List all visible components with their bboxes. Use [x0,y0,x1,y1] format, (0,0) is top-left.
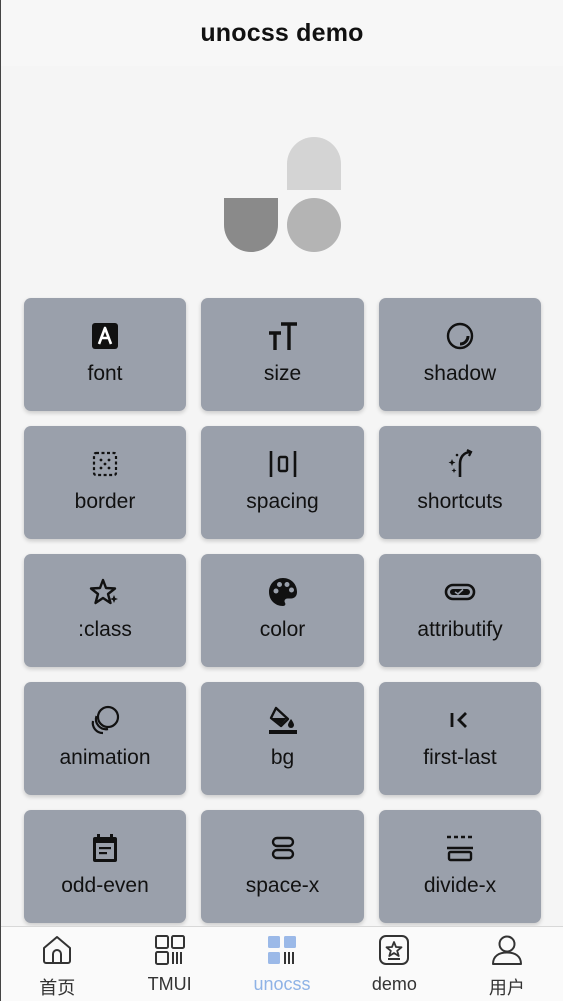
bottom-tab-bar: 首页 TMUI unocss demo 用户 [1,926,563,1001]
star-sparkle-icon [89,576,121,608]
tile-label: attributify [417,618,503,641]
page-title: unocss demo [200,18,364,47]
tile-label: animation [59,746,151,769]
tile-first-last[interactable]: first-last [379,682,541,795]
tab-unocss[interactable]: unocss [226,927,338,1001]
tile-label: :class [78,618,132,641]
tile-label: shortcuts [417,490,503,513]
tile-spacing[interactable]: spacing [201,426,364,539]
tab-label: 首页 [39,978,76,998]
space-icon [267,832,299,864]
tile-animation[interactable]: animation [24,682,186,795]
tile-odd-even[interactable]: odd-even [24,810,186,923]
navbar: unocss demo [1,0,563,66]
text-size-icon [267,320,299,352]
tile-label: space-x [245,874,320,897]
tab-label: 用户 [488,978,525,998]
tile-bg[interactable]: bg [201,682,364,795]
tile-label: font [87,362,123,385]
tile-label: size [263,362,302,385]
tab-label: unocss [253,974,311,994]
tile-class[interactable]: :class [24,554,186,667]
grid-icon [153,933,187,967]
grid-bars-icon [265,933,299,967]
divide-icon [444,832,476,864]
user-icon [490,933,524,967]
tile-shadow[interactable]: shadow [379,298,541,411]
tile-space-x[interactable]: space-x [201,810,364,923]
tile-label: shadow [423,362,497,385]
tile-label: bg [270,746,295,769]
tab-home[interactable]: 首页 [1,927,113,1001]
tile-label: divide-x [423,874,497,897]
paint-bucket-icon [267,704,299,736]
tile-label: border [74,490,136,513]
tile-size[interactable]: size [201,298,364,411]
spacing-icon [267,448,299,480]
tab-label: TMUI [147,974,192,994]
tile-label: first-last [423,746,497,769]
border-icon [89,448,121,480]
font-icon [89,320,121,352]
toggle-check-icon [444,576,476,608]
tab-tmui[interactable]: TMUI [113,927,225,1001]
unocss-logo [223,134,343,254]
first-icon [444,704,476,736]
demo-grid: font size shadow border spacing shortcut… [24,298,541,923]
home-icon [40,933,74,967]
animation-icon [89,704,121,736]
tile-attributify[interactable]: attributify [379,554,541,667]
tab-label: demo [371,974,417,994]
tile-font[interactable]: font [24,298,186,411]
tile-shortcuts[interactable]: shortcuts [379,426,541,539]
magic-wand-icon [444,448,476,480]
tab-user[interactable]: 用户 [451,927,563,1001]
tile-divide-x[interactable]: divide-x [379,810,541,923]
tile-label: spacing [246,490,319,513]
calendar-icon [89,832,121,864]
tile-border[interactable]: border [24,426,186,539]
tile-label: odd-even [61,874,149,897]
tile-label: color [259,618,306,641]
tile-color[interactable]: color [201,554,364,667]
palette-icon [267,576,299,608]
star-box-icon [377,933,411,967]
tab-demo[interactable]: demo [338,927,450,1001]
shadow-icon [444,320,476,352]
